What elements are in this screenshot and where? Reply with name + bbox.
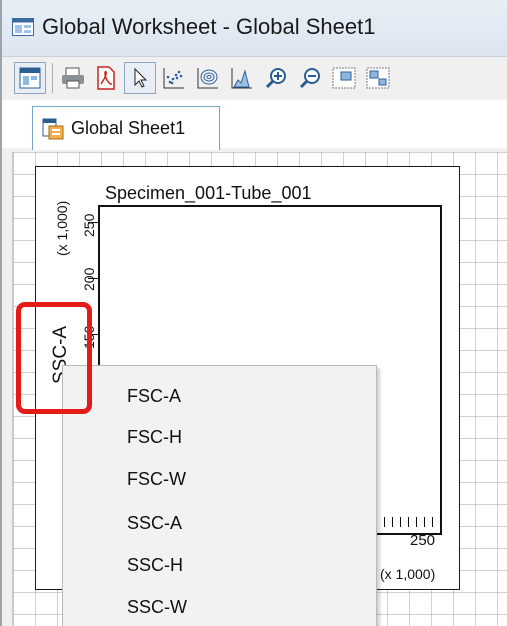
pdf-icon[interactable] <box>90 62 122 94</box>
plot-title: Specimen_001-Tube_001 <box>105 183 312 203</box>
tab-strip: Global Sheet1 <box>2 100 507 151</box>
window-title: Global Worksheet - Global Sheet1 <box>42 14 376 39</box>
zoom-in-icon[interactable] <box>260 62 292 94</box>
menu-item-fsc-a[interactable]: FSC-A <box>127 386 181 407</box>
menu-item-ssc-a[interactable]: SSC-A <box>127 513 182 534</box>
title-bar: Global Worksheet - Global Sheet1 <box>2 0 507 57</box>
menu-item-ssc-w[interactable]: SSC-W <box>127 597 187 618</box>
menu-item-ssc-h[interactable]: SSC-H <box>127 555 183 576</box>
sheet-icon <box>42 118 64 139</box>
pointer-icon[interactable] <box>124 62 156 94</box>
global-worksheet-window: Global Worksheet - Global Sheet1 Global … <box>0 0 507 626</box>
worksheet-app-icon <box>12 18 34 36</box>
y-scale-label: (x 1,000) <box>54 200 70 256</box>
page-layout-icon[interactable] <box>362 62 394 94</box>
highlight-box <box>16 302 92 414</box>
worksheet-icon[interactable] <box>14 62 46 94</box>
page-view-icon[interactable] <box>328 62 360 94</box>
print-icon[interactable] <box>57 62 89 94</box>
y-tick-label-250: 250 <box>81 213 97 237</box>
tab-global-sheet1[interactable]: Global Sheet1 <box>32 106 220 150</box>
parameter-context-menu: FSC-A FSC-H FSC-W SSC-A SSC-H SSC-W <box>62 365 377 626</box>
histogram-icon[interactable] <box>226 62 258 94</box>
tab-label: Global Sheet1 <box>71 118 186 138</box>
zoom-out-icon[interactable] <box>294 62 326 94</box>
y-tick-label-200: 200 <box>81 267 97 291</box>
menu-item-fsc-h[interactable]: FSC-H <box>127 427 182 448</box>
menu-item-fsc-w[interactable]: FSC-W <box>127 469 186 490</box>
dot-plot-icon[interactable] <box>158 62 190 94</box>
x-scale-label: (x 1,000) <box>380 566 436 582</box>
x-tick-label-250: 250 <box>410 532 436 549</box>
toolbar <box>2 57 507 99</box>
contour-plot-icon[interactable] <box>192 62 224 94</box>
